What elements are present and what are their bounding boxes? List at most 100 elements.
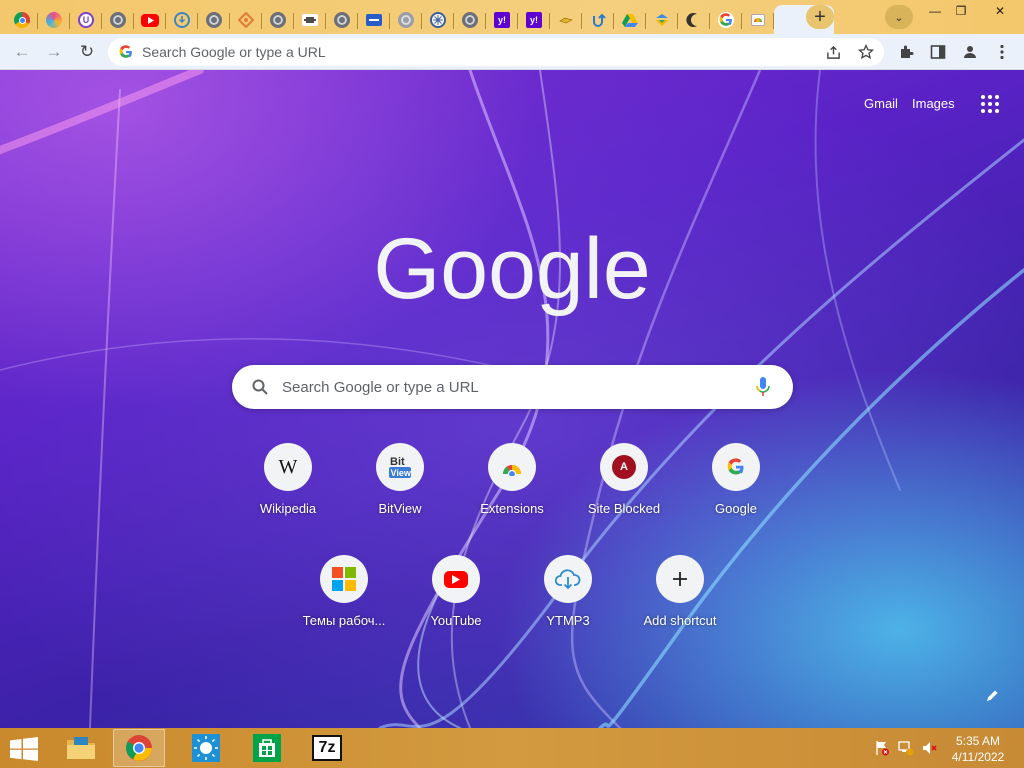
tab-cloud[interactable]	[166, 6, 198, 34]
forward-button[interactable]: →	[43, 41, 65, 63]
tab-youtube[interactable]	[134, 6, 166, 34]
tab-globe-6[interactable]	[454, 6, 486, 34]
shortcut-ytmp3[interactable]: YTMP3	[512, 555, 624, 667]
shortcut-youtube[interactable]: YouTube	[400, 555, 512, 667]
weather-taskbar-button[interactable]	[180, 729, 232, 767]
new-tab-page-icon	[782, 12, 798, 28]
tab-globe-3[interactable]	[262, 6, 294, 34]
gmail-link[interactable]: Gmail	[864, 96, 898, 111]
shortcut-label: YTMP3	[546, 613, 590, 628]
tab-photos[interactable]	[742, 6, 774, 34]
chrome-icon	[126, 735, 152, 761]
crescent-icon	[686, 12, 702, 28]
share-icon[interactable]	[825, 44, 841, 60]
tab-stripe[interactable]	[294, 6, 326, 34]
tab-tv[interactable]	[358, 6, 390, 34]
tab-yahoo-2[interactable]: y!	[518, 6, 550, 34]
restore-button[interactable]: ❐	[946, 0, 976, 22]
tab-search-button[interactable]: ⌄	[885, 5, 913, 29]
stripe-logo-icon	[302, 14, 318, 26]
plus-icon	[656, 555, 704, 603]
search-box[interactable]: Search Google or type a URL	[232, 365, 793, 409]
globe-icon	[206, 12, 222, 28]
shortcut-extensions[interactable]: Extensions	[456, 443, 568, 555]
colorful-ball-icon	[46, 12, 62, 28]
yellow-tag-icon	[558, 12, 574, 28]
google-icon	[119, 45, 132, 58]
windows-start-icon[interactable]	[10, 737, 38, 761]
new-tab-button[interactable]: +	[806, 5, 834, 29]
blue-tv-icon	[366, 14, 382, 26]
action-center-flag-icon[interactable]	[874, 740, 890, 756]
microsoft-icon	[320, 555, 368, 603]
shortcut-google[interactable]: Google	[680, 443, 792, 555]
globe-icon	[462, 12, 478, 28]
network-icon[interactable]	[898, 740, 914, 756]
shortcut-label: Wikipedia	[259, 501, 317, 516]
microphone-icon[interactable]	[756, 377, 770, 397]
browser-toolbar: ← → ↻ Search Google or type a URL	[0, 34, 1024, 70]
customize-pencil-icon[interactable]	[983, 687, 1001, 705]
globe-icon	[270, 12, 286, 28]
title-bar: U y! y! ✕ + ⌄ — ❐ ✕	[0, 0, 1024, 35]
tab-globe-4[interactable]	[326, 6, 358, 34]
tab-u[interactable]: U	[70, 6, 102, 34]
tab-globe-2[interactable]	[198, 6, 230, 34]
profile-avatar-icon[interactable]	[961, 43, 979, 61]
yahoo-icon: y!	[526, 12, 542, 28]
shortcut-bitview[interactable]: Bit View BitView	[344, 443, 456, 555]
tab-globe-5[interactable]	[390, 6, 422, 34]
tab-crescent[interactable]	[678, 6, 710, 34]
reload-button[interactable]: ↻	[76, 41, 98, 63]
menu-kebab-icon[interactable]	[993, 43, 1011, 61]
tab-google[interactable]	[710, 6, 742, 34]
yahoo-icon: y!	[494, 12, 510, 28]
tab-tag[interactable]	[550, 6, 582, 34]
google-logo: Google	[374, 230, 650, 317]
tab-circle-grid[interactable]	[422, 6, 454, 34]
tab-colorful-arrow[interactable]	[646, 6, 678, 34]
tab-chrome[interactable]	[6, 6, 38, 34]
tab-diamond[interactable]	[230, 6, 262, 34]
file-explorer-taskbar-button[interactable]	[55, 729, 107, 767]
store-taskbar-button[interactable]	[241, 729, 293, 767]
shortcut-site-blocked[interactable]: A Site Blocked	[568, 443, 680, 555]
shortcut-wikipedia[interactable]: W Wikipedia	[232, 443, 344, 555]
google-apps-icon[interactable]	[981, 95, 999, 113]
add-shortcut-button[interactable]: Add shortcut	[624, 555, 736, 667]
extensions-puzzle-icon[interactable]	[897, 43, 915, 61]
7zip-taskbar-button[interactable]: 7z	[301, 729, 353, 767]
tab-arrow[interactable]	[582, 6, 614, 34]
blue-arrow-icon	[590, 12, 606, 28]
google-drive-icon	[622, 12, 638, 28]
wikipedia-icon: W	[264, 443, 312, 491]
u-letter-icon: U	[78, 12, 94, 28]
close-window-button[interactable]: ✕	[978, 0, 1022, 22]
google-icon	[718, 12, 734, 28]
bitview-icon: Bit View	[376, 443, 424, 491]
images-link[interactable]: Images	[912, 96, 955, 111]
shortcut-themes[interactable]: Темы рабоч...	[288, 555, 400, 667]
volume-muted-icon[interactable]	[922, 740, 938, 756]
svg-text:Bit: Bit	[390, 456, 405, 468]
tab-colorful[interactable]	[38, 6, 70, 34]
system-clock[interactable]: 5:35 AM 4/11/2022	[948, 733, 1008, 765]
store-icon	[253, 734, 281, 762]
shortcut-label: YouTube	[430, 613, 482, 628]
tab-yahoo-1[interactable]: y!	[486, 6, 518, 34]
bookmark-star-icon[interactable]	[858, 44, 874, 60]
site-blocked-icon: A	[600, 443, 648, 491]
side-panel-icon[interactable]	[929, 43, 947, 61]
shortcut-label: Темы рабоч...	[302, 613, 386, 628]
chrome-taskbar-button[interactable]	[113, 729, 165, 767]
back-button[interactable]: ←	[11, 41, 33, 63]
address-bar-placeholder: Search Google or type a URL	[142, 44, 326, 60]
shortcut-label: Extensions	[480, 501, 544, 516]
tab-drive[interactable]	[614, 6, 646, 34]
tab-globe-1[interactable]	[102, 6, 134, 34]
globe-icon	[398, 12, 414, 28]
file-explorer-icon	[67, 737, 95, 759]
address-bar[interactable]: Search Google or type a URL	[108, 38, 884, 66]
photos-icon	[751, 14, 765, 26]
google-logo-text: Google	[374, 230, 650, 317]
